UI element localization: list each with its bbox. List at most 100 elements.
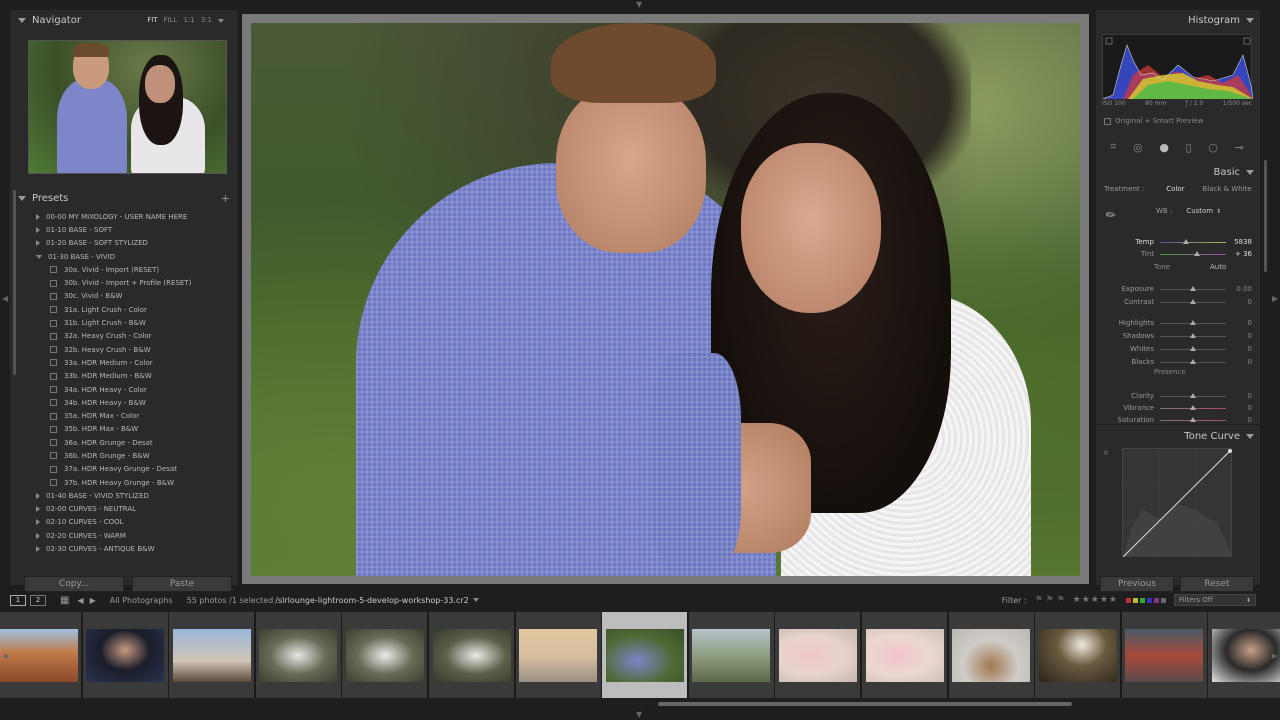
back-arrow-icon[interactable]: ◀ <box>77 596 83 605</box>
folder-expanded-icon[interactable] <box>36 254 42 259</box>
filmstrip-thumbnail[interactable] <box>862 612 947 698</box>
preset-folder[interactable]: 01-20 BASE - SOFT STYLIZED <box>24 237 224 250</box>
folder-collapsed-icon[interactable] <box>36 226 40 233</box>
filmstrip-thumbnail[interactable] <box>342 612 428 698</box>
filename-dropdown-icon[interactable] <box>472 598 479 602</box>
tone-curve-graph[interactable] <box>1122 448 1233 558</box>
slider-thumb[interactable] <box>1190 286 1196 291</box>
slider-thumb[interactable] <box>1183 239 1190 244</box>
red-label-icon[interactable] <box>1126 597 1131 603</box>
gray-label-icon[interactable] <box>1161 597 1166 603</box>
slider-value[interactable]: 0 <box>1248 319 1252 327</box>
preset-item[interactable]: 30c. Vivid - B&W <box>24 290 224 303</box>
navigator-header[interactable]: Navigator FIT FILL 1:1 3:1 <box>10 10 238 30</box>
slider-thumb[interactable] <box>1190 359 1196 364</box>
purple-label-icon[interactable] <box>1154 597 1159 603</box>
slider-shadows[interactable]: Shadows 0 <box>1104 332 1254 342</box>
filmstrip-thumbnail[interactable] <box>948 612 1034 698</box>
treatment-color-option[interactable]: Color <box>1166 185 1184 193</box>
slider-value[interactable]: + 36 <box>1235 250 1252 258</box>
folder-collapsed-icon[interactable] <box>36 240 40 247</box>
tone-curve-header[interactable]: Tone Curve <box>1096 426 1260 446</box>
left-panel-toggle-icon[interactable]: ◀ <box>2 294 8 303</box>
filter-preset-select[interactable]: Filters Off ⬍ <box>1174 594 1256 606</box>
slider-exposure[interactable]: Exposure 0.00 <box>1104 285 1254 295</box>
slider-value[interactable]: 0 <box>1248 345 1252 353</box>
slider-value[interactable]: 5838 <box>1234 238 1252 246</box>
flag-filter-icon[interactable]: ⚑ ⚑ ⚑ <box>1035 595 1065 605</box>
zoom-more-icon[interactable] <box>218 19 224 23</box>
slider-blacks[interactable]: Blacks 0 <box>1104 358 1254 368</box>
previous-button[interactable]: Previous <box>1100 576 1174 592</box>
right-panel-toggle-icon[interactable]: ▶ <box>1272 294 1278 303</box>
preview-checkbox-icon[interactable] <box>1104 117 1111 125</box>
histogram-graph[interactable] <box>1102 34 1254 100</box>
folder-collapsed-icon[interactable] <box>36 532 40 539</box>
preset-item[interactable]: 31a. Light Crush - Color <box>24 303 224 316</box>
current-filename[interactable]: /slrlounge-lightroom-5-develop-workshop-… <box>275 596 469 605</box>
preset-item[interactable]: 35a. HDR Max - Color <box>24 409 224 422</box>
preset-item[interactable]: 36a. HDR Grunge - Desat <box>24 436 224 449</box>
folder-collapsed-icon[interactable] <box>36 492 40 499</box>
wb-eyedropper-icon[interactable]: ✎ <box>1103 206 1120 223</box>
slider-whites[interactable]: Whites 0 <box>1104 345 1254 355</box>
collapse-triangle-icon[interactable] <box>1246 433 1254 439</box>
slider-temp[interactable]: Temp 5838 <box>1104 238 1254 248</box>
preset-folder[interactable]: 01-10 BASE - SOFT <box>24 223 224 236</box>
slider-value[interactable]: 0 <box>1248 298 1252 306</box>
spot-removal-icon[interactable]: ◎ <box>1133 141 1143 154</box>
graduated-filter-icon[interactable]: ▯ <box>1186 141 1192 154</box>
slider-thumb[interactable] <box>1193 251 1200 256</box>
folder-collapsed-icon[interactable] <box>36 519 40 526</box>
slider-vibrance[interactable]: Vibrance 0 <box>1104 404 1254 414</box>
paste-button[interactable]: Paste <box>132 576 232 592</box>
smart-preview-status[interactable]: Original + Smart Preview <box>1104 117 1203 125</box>
slider-contrast[interactable]: Contrast 0 <box>1104 298 1254 308</box>
collapse-triangle-icon[interactable] <box>1246 169 1254 175</box>
second-monitor-button[interactable]: 2 <box>30 594 46 606</box>
slider-track[interactable] <box>1160 242 1226 243</box>
filmstrip-thumbnail[interactable] <box>1035 612 1121 698</box>
preset-item[interactable]: 33b. HDR Medium - B&W <box>24 370 224 383</box>
zoom-3-1[interactable]: 3:1 <box>201 16 212 24</box>
main-monitor-button[interactable]: 1 <box>10 594 26 606</box>
navigator-preview[interactable] <box>28 40 227 174</box>
slider-tint[interactable]: Tint + 36 <box>1104 250 1254 260</box>
preset-item[interactable]: 34b. HDR Heavy - B&W <box>24 396 224 409</box>
slider-thumb[interactable] <box>1190 393 1196 398</box>
treatment-bw-option[interactable]: Black & White <box>1202 185 1251 193</box>
filmstrip-thumbnail[interactable] <box>255 612 341 698</box>
main-photo[interactable] <box>251 23 1080 576</box>
slider-thumb[interactable] <box>1190 405 1196 410</box>
collapse-triangle-icon[interactable] <box>1246 17 1254 23</box>
slider-thumb[interactable] <box>1190 320 1196 325</box>
adjustment-brush-icon[interactable]: ⊸ <box>1234 141 1243 154</box>
slider-value[interactable]: 0 <box>1248 404 1252 412</box>
preset-folder[interactable]: 02-30 CURVES - ANTIQUE B&W <box>24 542 224 555</box>
radial-filter-icon[interactable]: ○ <box>1208 141 1218 154</box>
zoom-fill[interactable]: FILL <box>164 16 178 24</box>
filmstrip-thumbnail[interactable] <box>82 612 168 698</box>
filmstrip-scrollbar[interactable] <box>658 702 1072 706</box>
preset-folder[interactable]: 01-40 BASE - VIVID STYLIZED <box>24 489 224 502</box>
preset-item[interactable]: 37a. HDR Heavy Grunge - Desat <box>24 463 224 476</box>
auto-tone-button[interactable]: Auto <box>1210 263 1226 271</box>
slider-value[interactable]: 0 <box>1248 358 1252 366</box>
forward-arrow-icon[interactable]: ▶ <box>90 596 96 605</box>
bottom-panel-toggle-icon[interactable]: ▼ <box>636 710 642 719</box>
preset-item[interactable]: 30a. Vivid - Import (RESET) <box>24 263 224 276</box>
preset-folder[interactable]: 00-00 MY MIXOLOGY - USER NAME HERE <box>24 210 224 223</box>
green-label-icon[interactable] <box>1140 597 1145 603</box>
slider-thumb[interactable] <box>1190 299 1196 304</box>
preset-folder[interactable]: 02-10 CURVES - COOL <box>24 516 224 529</box>
crop-tool-icon[interactable]: ⌗ <box>1110 140 1116 154</box>
preset-item[interactable]: 37b. HDR Heavy Grunge - B&W <box>24 476 224 489</box>
grid-view-icon[interactable]: ▦ <box>60 595 69 606</box>
folder-collapsed-icon[interactable] <box>36 506 40 513</box>
left-panel-scrollbar[interactable] <box>13 190 16 375</box>
folder-collapsed-icon[interactable] <box>36 213 40 220</box>
slider-highlights[interactable]: Highlights 0 <box>1104 319 1254 329</box>
filmstrip-thumbnail[interactable] <box>515 612 601 698</box>
slider-value[interactable]: 0.00 <box>1236 285 1252 293</box>
slider-value[interactable]: 0 <box>1248 416 1252 424</box>
